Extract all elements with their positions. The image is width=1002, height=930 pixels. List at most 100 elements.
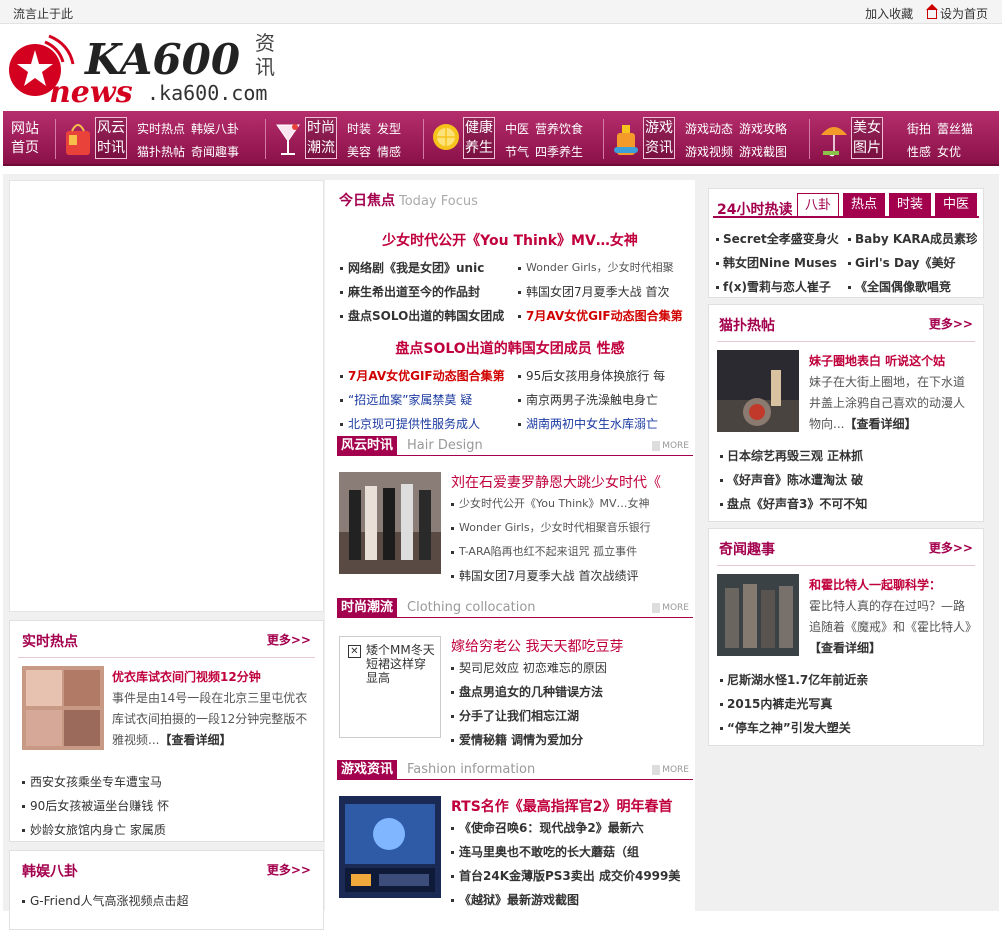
- nav-cat-label[interactable]: 时尚潮流: [305, 117, 337, 159]
- more-link[interactable]: 更多>>: [267, 631, 311, 648]
- feature-thumbnail[interactable]: [339, 796, 441, 898]
- list-item[interactable]: 尼斯湖水怪1.7亿年前近亲: [717, 668, 975, 692]
- feature-title[interactable]: 刘在石爱妻罗静恩大跳少女时代《: [451, 472, 661, 492]
- nav-sub-link[interactable]: 营养饮食: [535, 122, 583, 136]
- nav-sub-link[interactable]: 女优: [937, 145, 961, 159]
- view-detail-link[interactable]: 【查看详细】: [159, 733, 231, 747]
- list-item[interactable]: 《全国偶像歌唱竞: [847, 275, 977, 299]
- nav-sub-link[interactable]: 美容: [347, 145, 371, 159]
- list-item[interactable]: 连马里奥也不敢吃的长大蘑菇（组: [449, 840, 680, 864]
- list-item[interactable]: 分手了让我们相忘江湖: [449, 704, 607, 728]
- nav-sub-link[interactable]: 奇闻趣事: [191, 145, 239, 159]
- nav-sub-link[interactable]: 发型: [377, 122, 401, 136]
- top-links: 加入收藏 设为首页: [855, 4, 988, 22]
- nav-sub-link[interactable]: 时装: [347, 122, 371, 136]
- list-item[interactable]: f(x)雪莉与恋人崔子: [715, 275, 847, 299]
- headline-2[interactable]: 盘点SOLO出道的韩国女团成员 性感: [325, 338, 695, 358]
- list-item[interactable]: Girl's Day《美好: [847, 251, 977, 275]
- nav-sub-link[interactable]: 游戏截图: [739, 145, 787, 159]
- list-item[interactable]: 网络剧《我是女团》unic: [339, 256, 509, 280]
- nav-cat-label[interactable]: 风云时讯: [95, 117, 127, 159]
- nav-sub-link[interactable]: 性感: [907, 145, 931, 159]
- list-item[interactable]: 少女时代公开《You Think》MV…女神: [449, 492, 651, 516]
- site-logo[interactable]: KA600 资 讯 news .ka600.com 资讯: [5, 28, 285, 110]
- list-item[interactable]: G-Friend人气高涨视频点击超: [18, 889, 315, 913]
- list-item[interactable]: 《越狱》最新游戏截图: [449, 888, 680, 912]
- feature-thumbnail[interactable]: [717, 350, 799, 432]
- feature-thumbnail[interactable]: [22, 666, 104, 750]
- list-item[interactable]: “招远血案”家属禁莫 疑: [339, 388, 509, 412]
- list-item[interactable]: 契司尼效应 初恋难忘的原因: [449, 656, 607, 680]
- nav-sub-link[interactable]: 蕾丝猫: [937, 122, 973, 136]
- feature-title[interactable]: 和霍比特人一起聊科学：: [809, 576, 941, 593]
- nav-sub-link[interactable]: 实时热点: [137, 122, 185, 136]
- nav-sub-link[interactable]: 韩娱八卦: [191, 122, 239, 136]
- list-item[interactable]: 爱情秘籍 调情为爱加分: [449, 728, 607, 752]
- tab-hot[interactable]: 热点: [843, 193, 885, 217]
- list-item[interactable]: 日本综艺再毁三观 正林抓: [717, 444, 975, 468]
- nav-cat-label[interactable]: 健康养生: [463, 117, 495, 159]
- list-item[interactable]: Secret全孝盛变身火: [715, 227, 847, 251]
- bookmark-link[interactable]: 加入收藏: [865, 7, 913, 21]
- list-item[interactable]: 首台24K金薄版PS3卖出 成交价4999美: [449, 864, 680, 888]
- feature-title[interactable]: RTS名作《最高指挥官2》明年春首: [451, 796, 673, 816]
- nav-sub-link[interactable]: 猫扑热帖: [137, 145, 185, 159]
- more-link[interactable]: MORE: [652, 603, 689, 613]
- nav-sub-link[interactable]: 街拍: [907, 122, 931, 136]
- nav-cat-label[interactable]: 游戏资讯: [643, 117, 675, 159]
- list-item[interactable]: 7月AV女优GIF动态图合集第: [339, 364, 509, 388]
- list-item[interactable]: 7月AV女优GIF动态图合集第: [517, 304, 687, 328]
- list-item[interactable]: 《使命召唤6：现代战争2》最新六: [449, 816, 680, 840]
- list-item[interactable]: 盘点《好声音3》不可不知: [717, 492, 975, 516]
- list-item[interactable]: 盘点男追女的几种错误方法: [449, 680, 607, 704]
- more-link[interactable]: MORE: [652, 441, 689, 451]
- fashion-feature: ✕ 矮个MM冬天短裙这样穿显高 嫁给穷老公 我天天都吃豆芽 契司尼效应 初恋难忘的…: [339, 636, 695, 747]
- more-link[interactable]: 更多>>: [267, 861, 311, 878]
- list-item[interactable]: T-ARA陷再也红不起来诅咒 孤立事件: [449, 540, 651, 564]
- nav-sub-link[interactable]: 中医: [505, 122, 529, 136]
- list-item[interactable]: 90后女孩被逼坐台赚钱 怀: [18, 794, 315, 818]
- realtime-list: 西安女孩乘坐专车遭宝马 90后女孩被逼坐台赚钱 怀 妙龄女旅馆内身亡 家属质: [18, 770, 315, 842]
- nav-sub-link[interactable]: 情感: [377, 145, 401, 159]
- nav-sub-link[interactable]: 四季养生: [535, 145, 583, 159]
- list-item[interactable]: 2015内裤走光写真: [717, 692, 975, 716]
- more-link[interactable]: MORE: [652, 765, 689, 775]
- set-homepage-link[interactable]: 设为首页: [925, 4, 988, 21]
- nav-sub-link[interactable]: 节气: [505, 145, 529, 159]
- list-item[interactable]: Wonder Girls，少女时代相聚: [517, 256, 687, 280]
- list-item[interactable]: Wonder Girls，少女时代相聚音乐银行: [449, 516, 651, 540]
- tab-fashion[interactable]: 时装: [889, 193, 931, 217]
- feature-thumbnail[interactable]: [339, 472, 441, 574]
- tab-medicine[interactable]: 中医: [935, 193, 977, 217]
- list-item[interactable]: 韩国女团7月夏季大战 首次战绩评: [449, 564, 651, 588]
- list-item[interactable]: 妙龄女旅馆内身亡 家属质: [18, 818, 315, 842]
- list-item[interactable]: 盘点SOLO出道的韩国女团成: [339, 304, 509, 328]
- nav-sub-link[interactable]: 游戏动态: [685, 122, 733, 136]
- feature-thumbnail[interactable]: [717, 574, 799, 656]
- more-link[interactable]: 更多>>: [929, 315, 973, 332]
- list-item[interactable]: 韩女团Nine Muses: [715, 251, 847, 275]
- tab-gossip[interactable]: 八卦: [797, 193, 839, 217]
- more-link[interactable]: 更多>>: [929, 539, 973, 556]
- nav-home[interactable]: 网站首页: [11, 120, 47, 158]
- list-item[interactable]: 麻生希出道至今的作品封: [339, 280, 509, 304]
- feature-title[interactable]: 妹子圈地表白 听说这个姑: [809, 352, 945, 369]
- list-item[interactable]: 《好声音》陈冰遭淘汰 破: [717, 468, 975, 492]
- view-detail-link[interactable]: 【查看详细】: [844, 417, 916, 431]
- broken-image[interactable]: ✕ 矮个MM冬天短裙这样穿显高: [339, 636, 441, 738]
- list-item[interactable]: 北京现可提供性服务成人: [339, 412, 509, 436]
- feature-title[interactable]: 优衣库试衣间门视频12分钟: [112, 668, 261, 685]
- nav-sub-link[interactable]: 游戏视频: [685, 145, 733, 159]
- list-item[interactable]: “停车之神”引发大塑关: [717, 716, 975, 740]
- list-item[interactable]: 湖南两初中女生水库溺亡: [517, 412, 687, 436]
- list-item[interactable]: 西安女孩乘坐专车遭宝马: [18, 770, 315, 794]
- feature-title[interactable]: 嫁给穷老公 我天天都吃豆芽: [451, 636, 623, 656]
- list-item[interactable]: 95后女孩用身体换旅行 每: [517, 364, 687, 388]
- headline-1[interactable]: 少女时代公开《You Think》MV…女神: [325, 230, 695, 250]
- list-item[interactable]: 南京两男子洗澡触电身亡: [517, 388, 687, 412]
- list-item[interactable]: 韩国女团7月夏季大战 首次: [517, 280, 687, 304]
- nav-sub-link[interactable]: 游戏攻略: [739, 122, 787, 136]
- nav-cat-label[interactable]: 美女图片: [851, 117, 883, 159]
- list-item[interactable]: Baby KARA成员素珍: [847, 227, 977, 251]
- view-detail-link[interactable]: 【查看详细】: [809, 641, 881, 655]
